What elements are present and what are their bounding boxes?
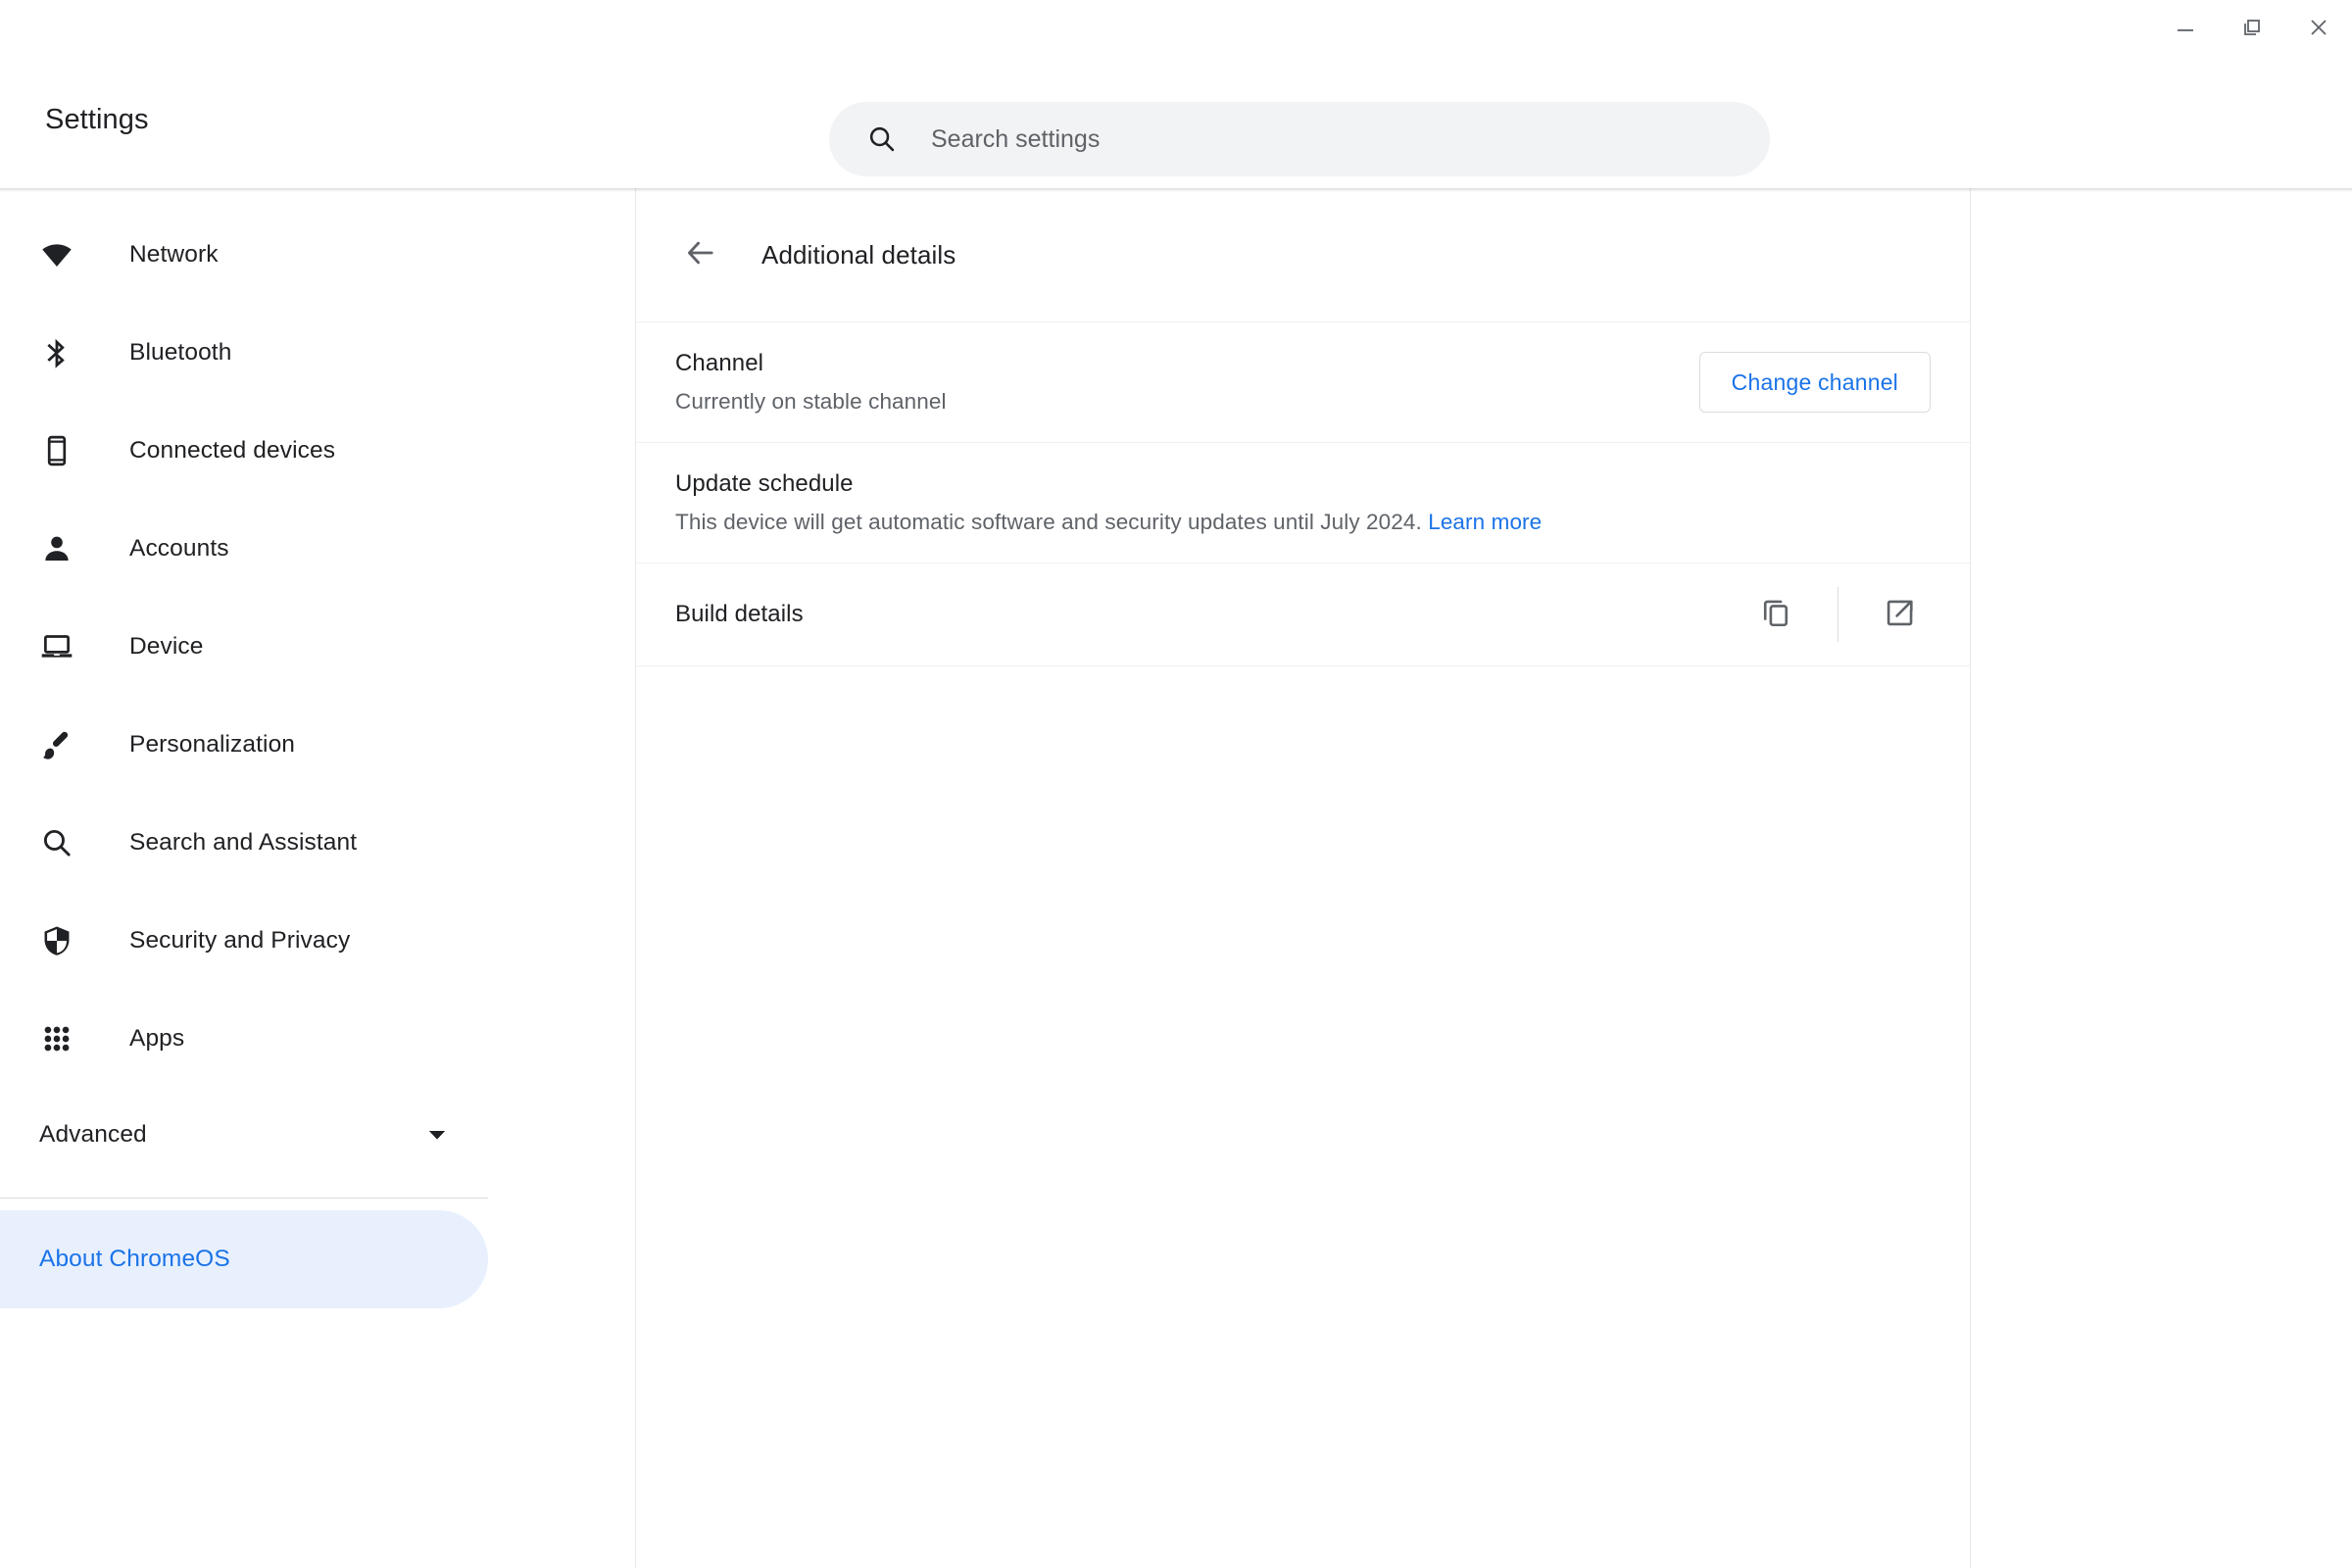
sidebar-divider <box>0 1198 488 1199</box>
sidebar-item-label: Apps <box>129 1025 185 1052</box>
shield-icon <box>39 923 74 958</box>
sidebar-item-label: Advanced <box>39 1121 147 1148</box>
copy-icon <box>1759 596 1792 634</box>
search-box[interactable] <box>829 102 1770 176</box>
sidebar-item-connected-devices[interactable]: Connected devices <box>0 402 488 500</box>
row-subtitle: Currently on stable channel <box>675 389 947 414</box>
copy-build-details-button[interactable] <box>1745 584 1806 645</box>
row-subtitle: This device will get automatic software … <box>675 510 1931 535</box>
sidebar-item-label: Search and Assistant <box>129 829 358 856</box>
open-build-details-button[interactable] <box>1870 584 1931 645</box>
settings-window: Settings Network <box>0 0 2352 1568</box>
sidebar-item-bluetooth[interactable]: Bluetooth <box>0 304 488 402</box>
sidebar-item-label: Network <box>129 241 219 268</box>
row-texts: Build details <box>675 579 1745 650</box>
arrow-back-icon <box>685 237 716 273</box>
sidebar-item-about-chromeos[interactable]: About ChromeOS <box>0 1210 488 1308</box>
main-header: Additional details <box>636 188 1970 321</box>
sidebar-item-label: Device <box>129 633 204 660</box>
sidebar-item-network[interactable]: Network <box>0 206 488 304</box>
search-input[interactable] <box>931 102 1770 176</box>
sidebar-item-device[interactable]: Device <box>0 598 488 696</box>
title-bar <box>0 0 2352 55</box>
sidebar-item-search-and-assistant[interactable]: Search and Assistant <box>0 794 488 892</box>
row-title: Update schedule <box>675 470 854 497</box>
minimize-icon <box>2178 29 2193 31</box>
brush-icon <box>39 727 74 762</box>
restore-button[interactable] <box>2219 0 2285 55</box>
row-build-details: Build details <box>636 563 1970 666</box>
laptop-icon <box>39 629 74 664</box>
row-channel: Channel Currently on stable channel Chan… <box>636 321 1970 442</box>
sidebar: Network Bluetooth Connected devices Acco… <box>0 188 635 1568</box>
back-button[interactable] <box>673 227 728 282</box>
person-icon <box>39 531 74 566</box>
sidebar-item-accounts[interactable]: Accounts <box>0 500 488 598</box>
change-channel-button[interactable]: Change channel <box>1698 352 1931 413</box>
row-actions <box>1745 584 1931 645</box>
chevron-down-icon <box>423 1121 451 1149</box>
sidebar-item-label: Bluetooth <box>129 339 232 366</box>
sidebar-item-label: Accounts <box>129 535 229 562</box>
row-title: Channel <box>675 350 764 376</box>
close-icon <box>2311 20 2327 35</box>
update-schedule-text: This device will get automatic software … <box>675 510 1422 534</box>
learn-more-link[interactable]: Learn more <box>1428 510 1542 534</box>
sidebar-item-label: Personalization <box>129 731 296 758</box>
row-title: Build details <box>675 601 804 627</box>
minimize-button[interactable] <box>2152 0 2219 55</box>
search-icon <box>866 123 898 155</box>
sidebar-item-personalization[interactable]: Personalization <box>0 696 488 794</box>
row-update-schedule: Update schedule This device will get aut… <box>636 442 1970 563</box>
search-icon <box>39 825 74 860</box>
main-title: Additional details <box>761 239 956 270</box>
sidebar-item-advanced[interactable]: Advanced <box>0 1088 488 1182</box>
open-in-new-icon <box>1884 596 1917 634</box>
row-texts: Update schedule This device will get aut… <box>675 443 1931 563</box>
sidebar-item-apps[interactable]: Apps <box>0 990 488 1088</box>
main-content: Additional details Channel Currently on … <box>635 188 1971 1568</box>
sidebar-item-label: About ChromeOS <box>39 1246 230 1272</box>
apps-grid-icon <box>39 1021 74 1056</box>
sidebar-item-label: Connected devices <box>129 437 336 464</box>
row-texts: Channel Currently on stable channel <box>675 322 1699 442</box>
restore-icon <box>2244 20 2260 35</box>
phone-icon <box>39 433 74 468</box>
settings-header: Settings <box>0 55 2352 192</box>
body-area: Network Bluetooth Connected devices Acco… <box>0 188 2352 1568</box>
sidebar-item-label: Security and Privacy <box>129 927 351 954</box>
close-button[interactable] <box>2285 0 2352 55</box>
wifi-icon <box>39 237 74 272</box>
sidebar-item-security-and-privacy[interactable]: Security and Privacy <box>0 892 488 990</box>
page-title: Settings <box>45 104 149 135</box>
bluetooth-icon <box>39 335 74 370</box>
